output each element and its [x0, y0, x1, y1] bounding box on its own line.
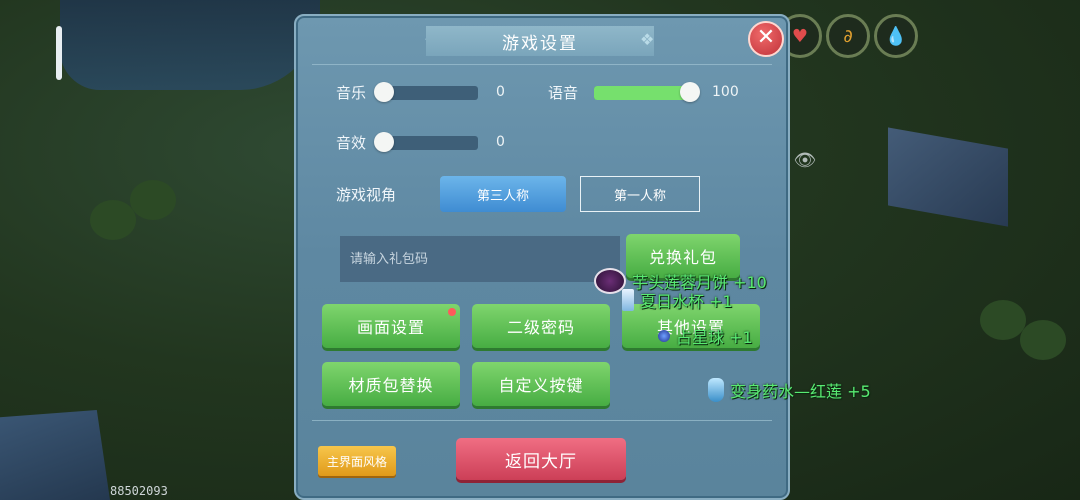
- sfx-slider[interactable]: [374, 132, 478, 152]
- tree: [130, 180, 176, 220]
- graphics-settings-label: 画面设置: [356, 318, 425, 337]
- gift-code-input[interactable]: [340, 236, 620, 282]
- potion-icon: [708, 378, 724, 402]
- divider: [312, 420, 772, 421]
- view-label: 游戏视角: [336, 186, 397, 204]
- third-person-button[interactable]: 第三人称: [440, 176, 566, 212]
- custom-keys-button[interactable]: 自定义按键: [472, 362, 610, 406]
- reward-item: 变身药水—红莲 +5: [708, 378, 871, 402]
- divider: [312, 64, 772, 65]
- main-ui-style-button[interactable]: 主界面风格: [318, 446, 396, 476]
- tree: [980, 300, 1026, 340]
- notification-dot: [448, 308, 456, 316]
- hunger-status-icon[interactable]: ∂: [826, 14, 870, 58]
- voice-slider-knob[interactable]: [680, 82, 700, 102]
- tree: [90, 200, 136, 240]
- voice-slider[interactable]: [594, 82, 700, 102]
- reward-text: 夏日水杯 +1: [640, 292, 733, 311]
- billboard-background: [888, 127, 1008, 227]
- close-icon: ✕: [756, 25, 776, 50]
- first-person-button[interactable]: 第一人称: [580, 176, 700, 212]
- voice-value: 100: [712, 84, 739, 100]
- title-ornament-icon: ❖: [640, 30, 655, 49]
- game-settings-dialog: ❖ 游戏设置 ❖ ✕ 音乐 0 语音 100 音效 0 游戏视角 第三人称 第一…: [294, 14, 790, 500]
- water-status-icon[interactable]: 💧: [874, 14, 918, 58]
- sfx-slider-knob[interactable]: [374, 132, 394, 152]
- second-password-button[interactable]: 二级密码: [472, 304, 610, 348]
- reward-item: 占星球 +1: [658, 324, 753, 348]
- music-slider[interactable]: [374, 82, 478, 102]
- tree: [1020, 320, 1066, 360]
- player-uid: 88502093: [110, 484, 168, 498]
- close-button[interactable]: ✕: [748, 21, 784, 57]
- voice-label: 语音: [548, 84, 579, 102]
- hud-left-bar[interactable]: [56, 26, 62, 80]
- music-label: 音乐: [336, 84, 367, 102]
- sfx-label: 音效: [336, 134, 367, 152]
- texture-pack-button[interactable]: 材质包替换: [322, 362, 460, 406]
- sfx-value: 0: [496, 134, 505, 150]
- orb-icon: [658, 330, 670, 342]
- back-to-lobby-button[interactable]: 返回大厅: [456, 438, 626, 480]
- graphics-settings-button[interactable]: 画面设置: [322, 304, 460, 348]
- reward-text: 占星球 +1: [676, 328, 753, 347]
- eye-icon[interactable]: 👁: [792, 148, 818, 174]
- reward-text: 变身药水—红莲 +5: [730, 382, 871, 401]
- reward-item: 夏日水杯 +1: [622, 288, 733, 312]
- dialog-title: 游戏设置: [426, 26, 654, 56]
- music-slider-knob[interactable]: [374, 82, 394, 102]
- lake-background: [60, 0, 320, 90]
- music-value: 0: [496, 84, 505, 100]
- cup-icon: [622, 289, 634, 311]
- house-background: [0, 410, 110, 500]
